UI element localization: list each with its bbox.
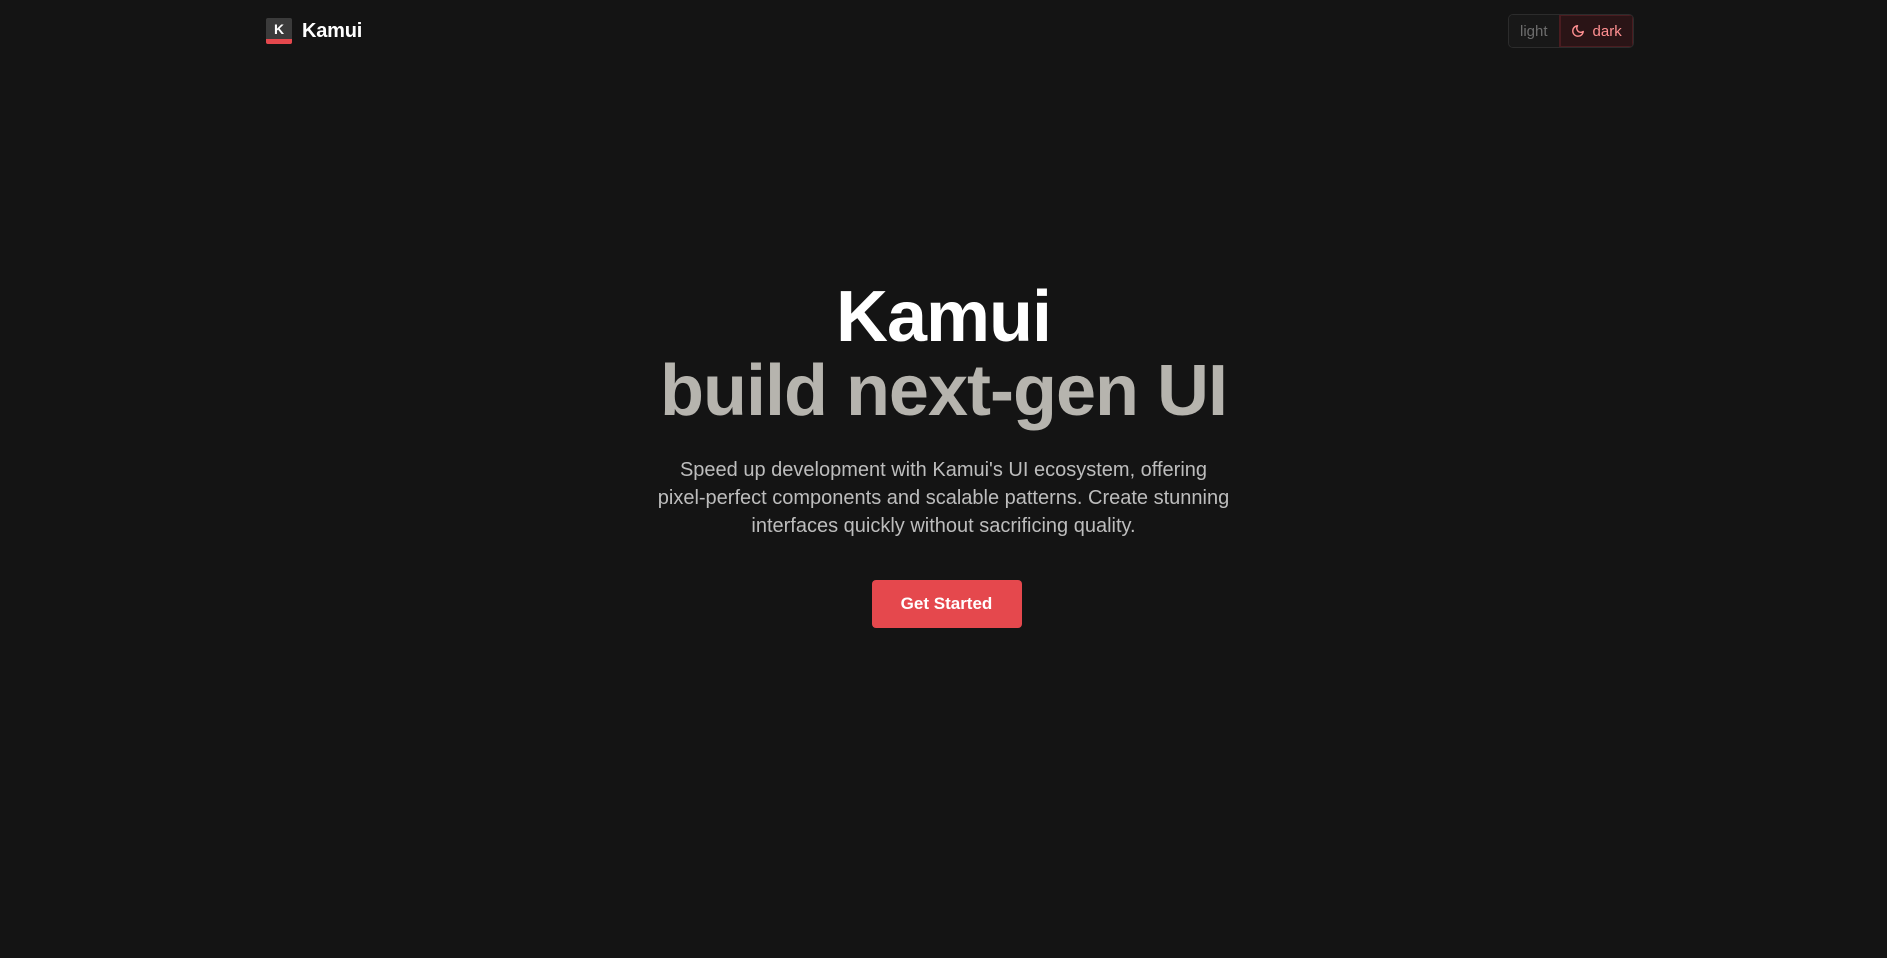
theme-light-label: light — [1520, 22, 1548, 40]
moon-icon — [1571, 25, 1584, 37]
kamui-logo: K — [266, 18, 292, 44]
logo-letter: K — [273, 21, 285, 37]
brand-name: Kamui — [302, 19, 363, 42]
theme-dark-button[interactable]: dark — [1558, 15, 1633, 47]
theme-dark-label: dark — [1592, 22, 1622, 40]
hero-description: Speed up development with Kamui's UI eco… — [657, 459, 1230, 537]
hero-section: Kamui build next-gen UI Speed up develop… — [0, 280, 1887, 628]
get-started-button[interactable]: Get Started — [871, 580, 1022, 628]
brand-home-link[interactable]: K Kamui — [266, 18, 362, 44]
theme-light-button[interactable]: light — [1509, 15, 1559, 47]
site-header: K Kamui light dark — [0, 0, 1887, 62]
theme-switch: light dark — [1508, 14, 1634, 48]
hero-title: Kamui — [835, 277, 1052, 357]
hero-subtitle: build next-gen UI — [660, 351, 1228, 431]
logo-accent-bar — [266, 39, 292, 44]
